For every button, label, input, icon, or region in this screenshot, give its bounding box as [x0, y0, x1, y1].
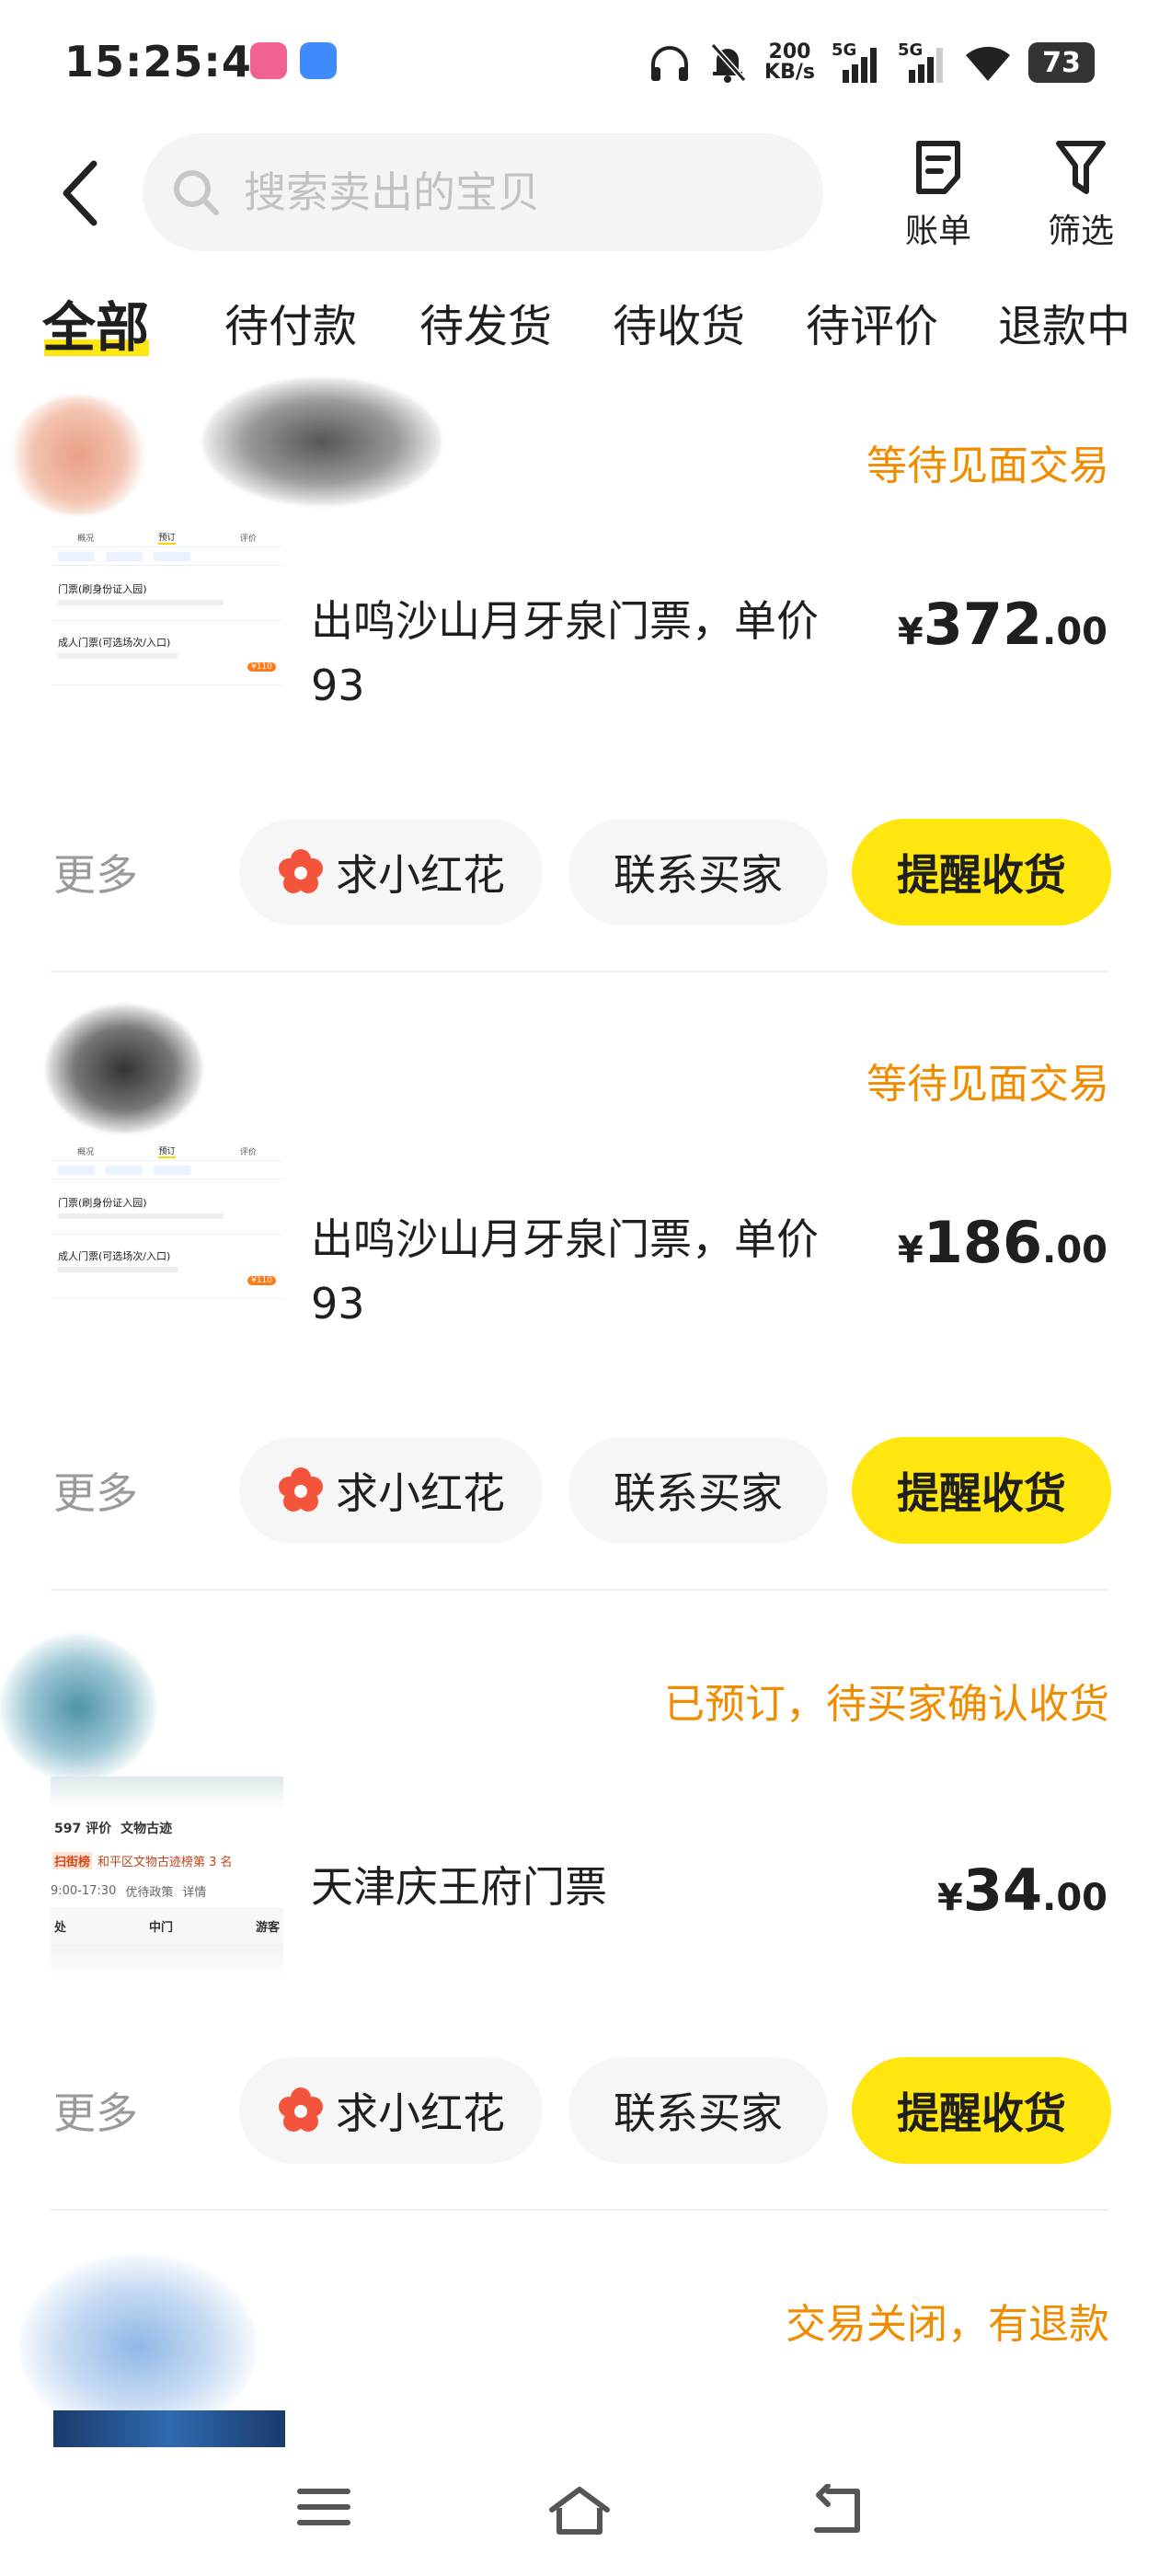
order-price: ¥34.00	[937, 1857, 1107, 1924]
signal-sim1-icon: 5G	[832, 40, 881, 85]
product-title[interactable]: 出鸣沙山月牙泉门票，单价93	[311, 1207, 863, 1336]
order-status: 交易关闭，有退款	[786, 2301, 1109, 2348]
net-speed: 200 KB/s	[764, 40, 815, 84]
chevron-left-icon[interactable]	[55, 156, 110, 230]
product-thumbnail: 597 评价 文物古迹 扫街榜 和平区文物古迹榜第 3 名 9:00-17:30 优…	[51, 1777, 283, 2002]
order-tabs: 全部 待付款 待发货 待收货 待评价 退款中	[0, 290, 1159, 382]
tab-pending-review[interactable]: 待评价	[806, 290, 938, 354]
order-card[interactable]: 597 评价 文物古迹 扫街榜 和平区文物古迹榜第 3 名 9:00-17:30 优…	[0, 1616, 1159, 2214]
remind-receipt-button[interactable]: 提醒收货	[852, 819, 1111, 926]
order-card[interactable]: 交易关闭，有退款	[0, 2236, 1159, 2447]
contact-buyer-button[interactable]: 联系买家	[568, 819, 828, 926]
flower-icon	[279, 2087, 323, 2132]
product-title[interactable]: 出鸣沙山月牙泉门票，单价93	[311, 589, 863, 718]
order-status: 已预订，待买家确认收货	[664, 1681, 1109, 1728]
contact-buyer-button[interactable]: 联系买家	[568, 1437, 828, 1544]
search-icon	[174, 170, 219, 215]
bilibili-app-icon	[250, 42, 287, 79]
order-card[interactable]: 概况 预订 评价 门票(刷身份证入园) 成人门票(可选场次/入口) ¥110 等…	[0, 377, 1159, 975]
bill-icon	[916, 141, 960, 194]
divider	[51, 971, 1108, 972]
filter-button[interactable]: 筛选	[1030, 138, 1131, 252]
flower-icon	[279, 849, 323, 893]
flower-icon	[279, 1467, 323, 1512]
search-input[interactable]	[244, 133, 796, 251]
menu-icon[interactable]	[296, 2484, 351, 2530]
filter-icon	[1056, 141, 1106, 194]
tab-all[interactable]: 全部	[42, 284, 149, 362]
product-thumbnail: 概况 预订 评价 门票(刷身份证入园) 成人门票(可选场次/入口) ¥110	[51, 529, 283, 768]
signal-sim2-icon: 5G	[898, 40, 947, 85]
ask-flower-button[interactable]: 求小红花	[239, 2057, 543, 2164]
back-icon[interactable]	[809, 2484, 865, 2536]
system-navigation-bar	[0, 2447, 1159, 2576]
product-thumbnail-overflow	[0, 1616, 184, 1790]
home-icon[interactable]	[546, 2484, 613, 2536]
product-thumbnail: 概况 预订 评价 门票(刷身份证入园) 成人门票(可选场次/入口) ¥110	[51, 1143, 283, 1382]
remind-receipt-button[interactable]: 提醒收货	[852, 2057, 1111, 2164]
tab-pending-payment[interactable]: 待付款	[224, 290, 357, 354]
order-price: ¥186.00	[897, 1209, 1107, 1276]
search-bar[interactable]	[143, 133, 823, 251]
divider	[51, 1589, 1108, 1591]
tab-refunding[interactable]: 退款中	[998, 290, 1130, 354]
product-thumbnail	[18, 2254, 285, 2447]
battery-indicator: 73	[1028, 42, 1095, 83]
contact-buyer-button[interactable]: 联系买家	[568, 2057, 828, 2164]
more-button[interactable]: 更多	[53, 1460, 138, 1521]
remind-receipt-button[interactable]: 提醒收货	[852, 1437, 1111, 1544]
headphones-icon	[651, 46, 689, 81]
more-button[interactable]: 更多	[53, 2080, 138, 2141]
bill-button[interactable]: 账单	[888, 138, 989, 252]
notification-app-icon	[300, 42, 337, 79]
tab-pending-shipment[interactable]: 待发货	[419, 290, 552, 354]
tab-pending-receipt[interactable]: 待收货	[613, 290, 745, 354]
order-card[interactable]: 概况 预订 评价 门票(刷身份证入园) 成人门票(可选场次/入口) ¥110 等…	[0, 995, 1159, 1593]
more-button[interactable]: 更多	[53, 842, 138, 903]
order-price: ¥372.00	[897, 591, 1107, 658]
ask-flower-button[interactable]: 求小红花	[239, 1437, 543, 1544]
status-bar: 15:25:41 200 KB/s 5G 5G 73	[0, 0, 1159, 129]
product-title[interactable]: 天津庆王府门票	[311, 1855, 863, 1919]
product-thumbnail-overflow	[37, 995, 221, 1143]
bill-label: 账单	[904, 213, 971, 250]
mute-bell-icon	[710, 42, 747, 83]
search-header: 账单 筛选	[0, 129, 1159, 258]
ask-flower-button[interactable]: 求小红花	[239, 819, 543, 926]
order-status: 等待见面交易	[866, 443, 1109, 489]
product-thumbnail-overflow	[0, 377, 478, 543]
filter-label: 筛选	[1047, 213, 1114, 250]
order-status: 等待见面交易	[866, 1061, 1109, 1108]
divider	[51, 2209, 1108, 2211]
wifi-icon	[966, 46, 1010, 81]
